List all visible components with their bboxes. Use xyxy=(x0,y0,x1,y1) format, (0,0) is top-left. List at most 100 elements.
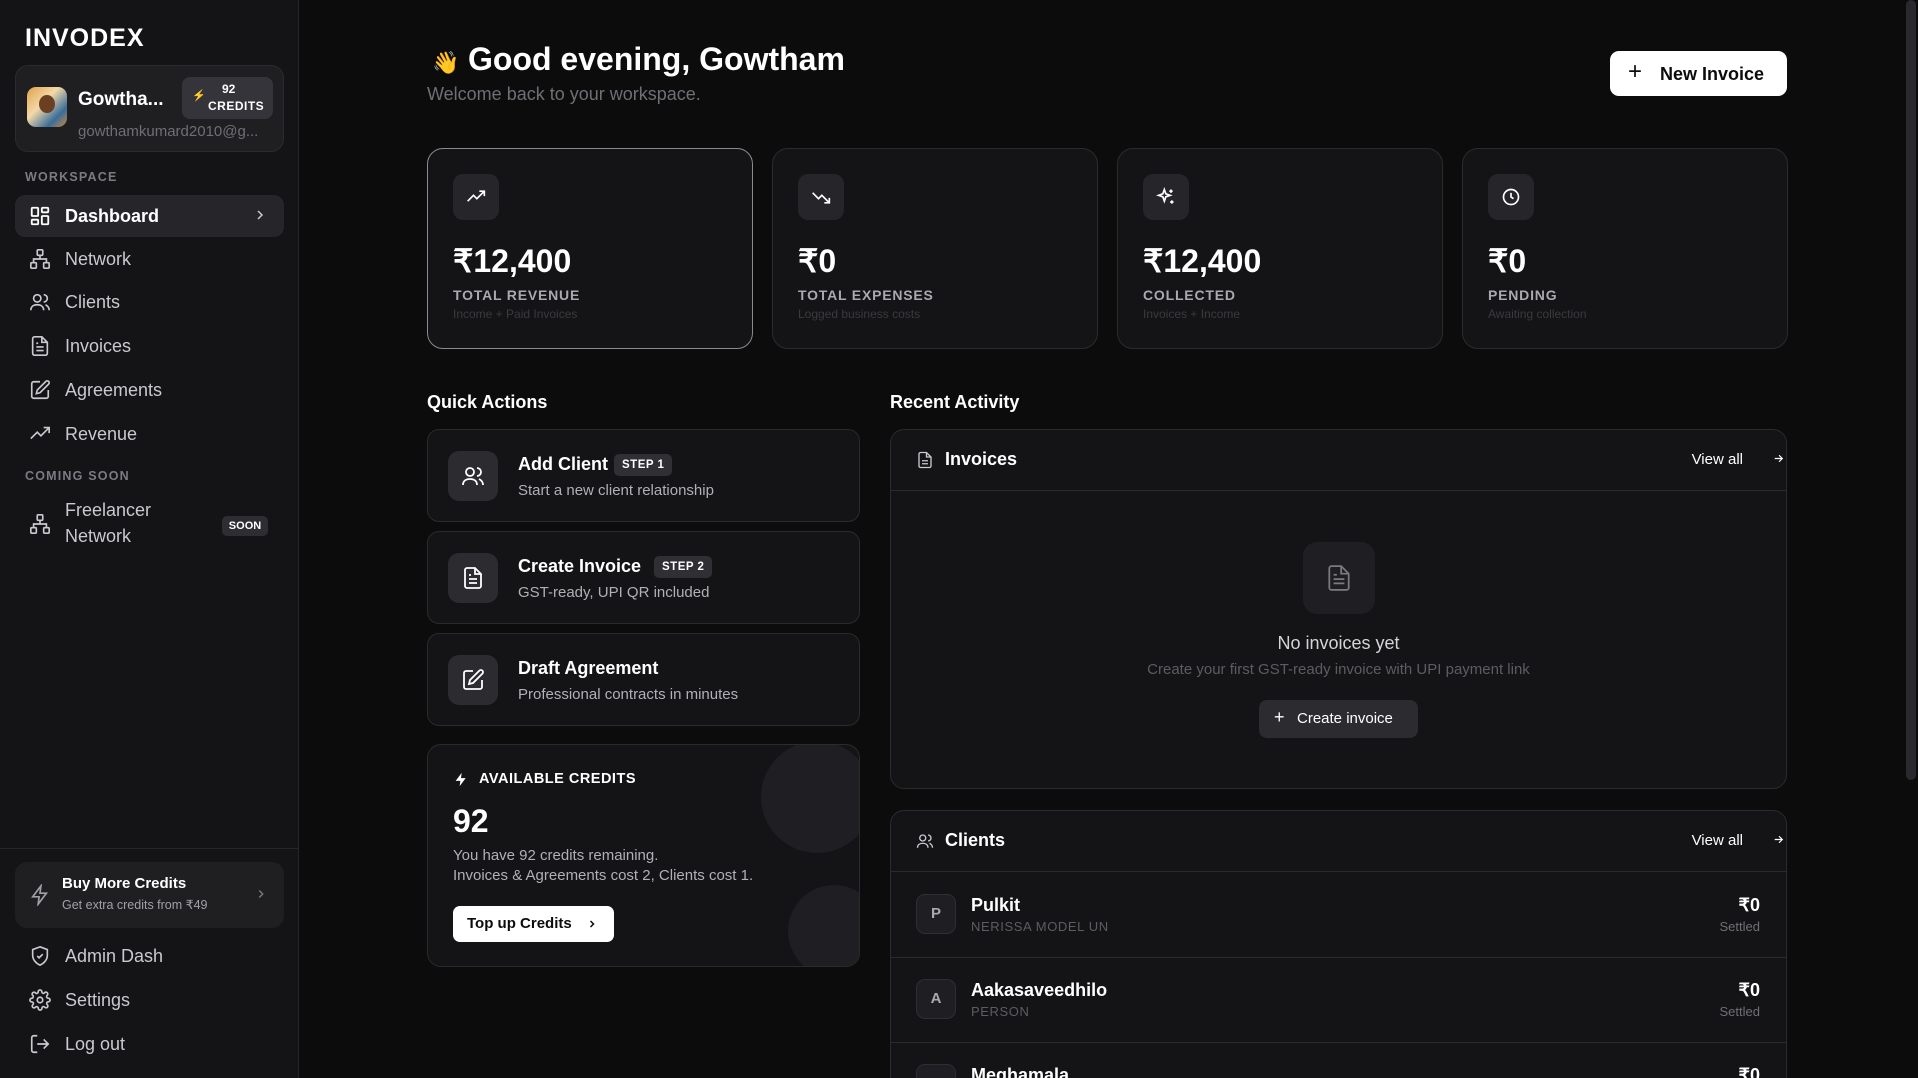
network-icon xyxy=(30,514,50,534)
sidebar-item-label: Invoices xyxy=(65,336,132,356)
quick-action-draft-agreement[interactable]: Draft Agreement Professional contracts i… xyxy=(427,633,860,726)
sidebar-item-label: Agreements xyxy=(65,380,163,400)
credits-remaining-text: You have 92 credits remaining. xyxy=(453,847,659,864)
sidebar-item-revenue[interactable]: Revenue xyxy=(15,413,284,455)
arrow-right-icon xyxy=(1774,454,1784,463)
buy-credits-subtitle: Get extra credits from ₹49 xyxy=(62,898,208,912)
invoices-view-all-link[interactable]: View all xyxy=(1692,451,1784,468)
profile-name: Gowtha... xyxy=(78,89,164,110)
document-icon xyxy=(1328,565,1350,591)
stat-value: ₹12,400 xyxy=(453,243,572,279)
empty-state-icon-box xyxy=(1303,542,1375,614)
sidebar-item-clients[interactable]: Clients xyxy=(15,281,284,323)
client-row[interactable]: A Aakasaveedhilo PERSON ₹0 Settled xyxy=(891,958,1786,1043)
trending-up-icon xyxy=(467,190,486,202)
client-avatar: M xyxy=(916,1064,956,1078)
clients-view-all-link[interactable]: View all xyxy=(1692,832,1784,849)
client-amount: ₹0 xyxy=(1738,895,1760,915)
soon-badge: SOON xyxy=(222,516,268,536)
client-amount: ₹0 xyxy=(1738,980,1760,1000)
bolt-icon xyxy=(455,772,466,787)
stat-icon-box xyxy=(453,174,499,220)
stat-label: TOTAL EXPENSES xyxy=(798,287,934,303)
new-invoice-label: New Invoice xyxy=(1660,64,1765,84)
page-scrollbar[interactable] xyxy=(1906,0,1916,780)
stat-value: ₹12,400 xyxy=(1143,243,1262,279)
sidebar-item-settings[interactable]: Settings xyxy=(15,979,284,1021)
top-up-credits-button[interactable]: Top up Credits xyxy=(453,906,614,942)
chevron-right-icon xyxy=(257,210,264,220)
sidebar-item-dashboard[interactable]: Dashboard xyxy=(15,195,284,237)
quick-actions-heading: Quick Actions xyxy=(427,392,548,412)
sidebar-item-label: Settings xyxy=(65,990,131,1010)
profile-card[interactable]: Gowtha... gowthamkumard2010@g... ⚡ 92 CR… xyxy=(15,65,284,152)
invoices-panel-header: Invoices View all xyxy=(891,430,1786,491)
stat-label: TOTAL REVENUE xyxy=(453,287,581,303)
quick-action-subtitle: Professional contracts in minutes xyxy=(518,686,739,703)
sidebar-item-label: Freelancer xyxy=(65,500,152,520)
quick-action-add-client[interactable]: Add Client STEP 1 Start a new client rel… xyxy=(427,429,860,522)
logout-icon xyxy=(30,1034,50,1054)
stat-card-collected[interactable]: ₹12,400 COLLECTED Invoices + Income xyxy=(1117,148,1443,349)
sidebar-item-label: Log out xyxy=(65,1034,126,1054)
quick-action-title: Create Invoice xyxy=(518,556,642,576)
client-row[interactable]: M Meghamala ₹0 xyxy=(891,1043,1786,1078)
top-up-label: Top up Credits xyxy=(467,915,572,932)
invoices-panel-title: Invoices xyxy=(945,449,1018,469)
network-icon xyxy=(30,249,50,269)
stat-card-total-revenue[interactable]: ₹12,400 TOTAL REVENUE Income + Paid Invo… xyxy=(427,148,753,349)
invoices-panel: Invoices View all No invoices yet Create… xyxy=(890,429,1787,789)
client-name: Pulkit xyxy=(971,895,1021,915)
client-avatar: A xyxy=(916,979,956,1019)
clients-panel-title: Clients xyxy=(945,830,1006,850)
arrow-right-icon xyxy=(1774,835,1784,844)
buy-credits-button[interactable]: Buy More Credits Get extra credits from … xyxy=(15,862,284,928)
coming-soon-section-label: COMING SOON xyxy=(25,469,130,483)
client-type: NERISSA MODEL UN xyxy=(971,919,1109,934)
credits-badge[interactable]: ⚡ 92 CREDITS xyxy=(182,77,273,119)
grid-icon xyxy=(30,206,50,226)
create-invoice-button[interactable]: + Create invoice xyxy=(1259,700,1418,738)
client-status: Settled xyxy=(1719,919,1760,934)
sidebar-item-network[interactable]: Network xyxy=(15,238,284,280)
client-name: Aakasaveedhilo xyxy=(971,980,1108,1000)
decorative-circle xyxy=(788,885,859,966)
plus-icon: + xyxy=(1628,58,1643,85)
sidebar-item-label: Network xyxy=(65,249,132,269)
quick-action-title: Add Client xyxy=(518,454,608,474)
sidebar-item-label: Revenue xyxy=(65,424,138,444)
new-invoice-button[interactable]: + New Invoice xyxy=(1610,51,1787,96)
brand-logo: INVODEX xyxy=(25,24,145,52)
quick-action-subtitle: Start a new client relationship xyxy=(518,482,714,499)
edit-document-icon xyxy=(463,669,484,690)
sparkles-icon xyxy=(1156,187,1174,204)
sidebar-item-label: Dashboard xyxy=(65,206,160,226)
edit-document-icon xyxy=(30,380,50,400)
credits-count: 92 xyxy=(453,803,489,839)
quick-action-create-invoice[interactable]: Create Invoice STEP 2 GST-ready, UPI QR … xyxy=(427,531,860,624)
stat-card-total-expenses[interactable]: ₹0 TOTAL EXPENSES Logged business costs xyxy=(772,148,1098,349)
plus-icon: + xyxy=(1274,707,1285,727)
stat-card-pending[interactable]: ₹0 PENDING Awaiting collection xyxy=(1462,148,1788,349)
sidebar-item-admin-dash[interactable]: Admin Dash xyxy=(15,935,284,977)
empty-state-subtitle: Create your first GST-ready invoice with… xyxy=(1147,661,1530,678)
quick-action-title: Draft Agreement xyxy=(518,658,659,678)
sidebar-item-invoices[interactable]: Invoices xyxy=(15,325,284,367)
client-status: Settled xyxy=(1719,1004,1760,1019)
quick-action-icon-box xyxy=(448,553,498,603)
sidebar-item-agreements[interactable]: Agreements xyxy=(15,369,284,411)
stat-label: COLLECTED xyxy=(1143,287,1236,303)
page-title: Good evening, Gowtham xyxy=(468,41,845,77)
step-badge: STEP 1 xyxy=(614,454,673,476)
users-icon xyxy=(462,467,484,486)
client-row[interactable]: P Pulkit NERISSA MODEL UN ₹0 Settled xyxy=(891,873,1786,958)
stat-sublabel: Income + Paid Invoices xyxy=(453,307,578,321)
empty-state-title: No invoices yet xyxy=(1277,633,1400,653)
buy-credits-title: Buy More Credits xyxy=(62,875,187,892)
users-icon xyxy=(30,293,50,311)
sidebar-item-logout[interactable]: Log out xyxy=(15,1023,284,1065)
quick-action-icon-box xyxy=(448,451,498,501)
quick-action-subtitle: GST-ready, UPI QR included xyxy=(518,584,710,601)
main-content: 👋 Good evening, Gowtham Welcome back to … xyxy=(300,0,1918,1078)
recent-activity-heading: Recent Activity xyxy=(890,392,1020,412)
